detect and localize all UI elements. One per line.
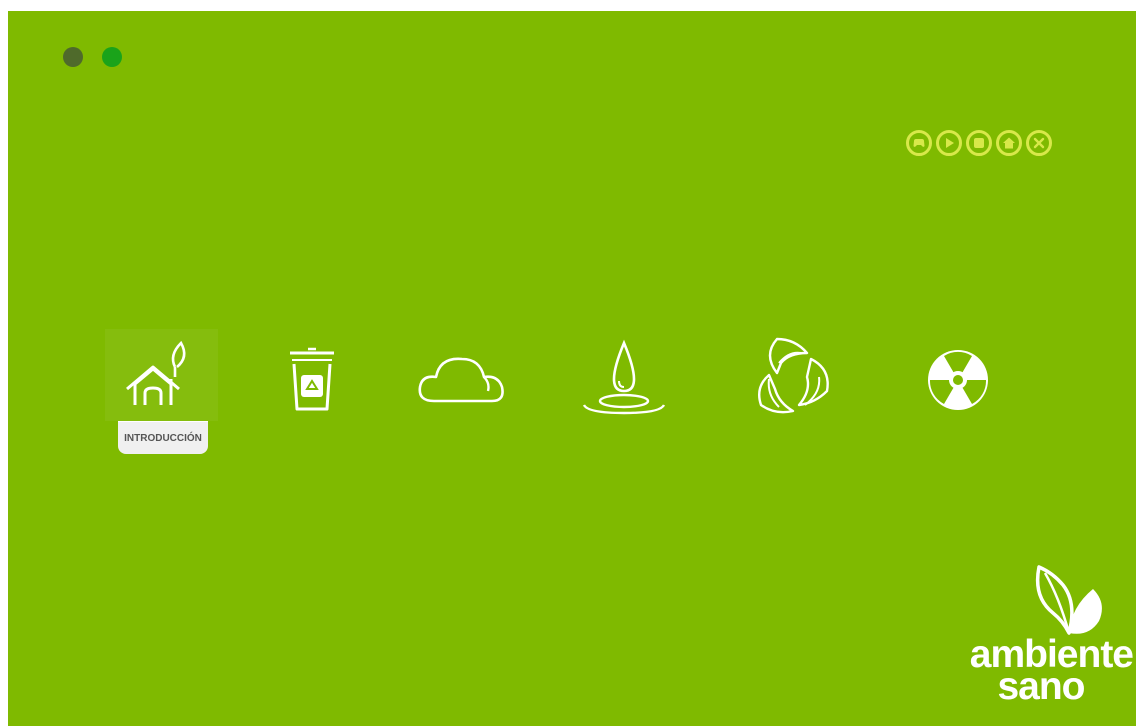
menu-item-agua[interactable] xyxy=(568,329,681,421)
window-dot-dark[interactable] xyxy=(63,47,83,67)
logo-wordmark: ambiente sano xyxy=(943,635,1134,706)
gamepad-icon xyxy=(913,139,925,147)
gamepad-button[interactable] xyxy=(906,130,932,156)
menu-item-residuos[interactable] xyxy=(257,329,370,421)
menu-item-aire[interactable] xyxy=(410,329,523,421)
close-icon xyxy=(1033,137,1045,149)
cloud-icon xyxy=(418,357,504,403)
recycle-bin-icon xyxy=(290,347,334,411)
menu-item-radiacion[interactable] xyxy=(903,329,1016,421)
play-button[interactable] xyxy=(936,130,962,156)
app-stage: INTRODUCCIÓN ambiente sano xyxy=(8,11,1136,726)
radiation-icon xyxy=(928,350,988,410)
house-leaf-icon xyxy=(126,340,186,405)
close-button[interactable] xyxy=(1026,130,1052,156)
ambiente-sano-logo: ambiente sano xyxy=(943,563,1134,723)
stop-icon xyxy=(974,138,984,148)
home-icon xyxy=(1003,137,1015,149)
recycle-leaves-icon xyxy=(758,337,829,414)
active-menu-label: INTRODUCCIÓN xyxy=(118,421,208,454)
water-drop-icon xyxy=(582,339,666,415)
home-button[interactable] xyxy=(996,130,1022,156)
play-icon xyxy=(946,138,954,148)
stop-button[interactable] xyxy=(966,130,992,156)
menu-item-reciclaje[interactable] xyxy=(735,329,848,421)
menu-item-introduccion[interactable] xyxy=(105,329,218,421)
control-bar xyxy=(906,130,1052,156)
window-dot-green[interactable] xyxy=(102,47,122,67)
topic-menu xyxy=(8,329,1136,429)
